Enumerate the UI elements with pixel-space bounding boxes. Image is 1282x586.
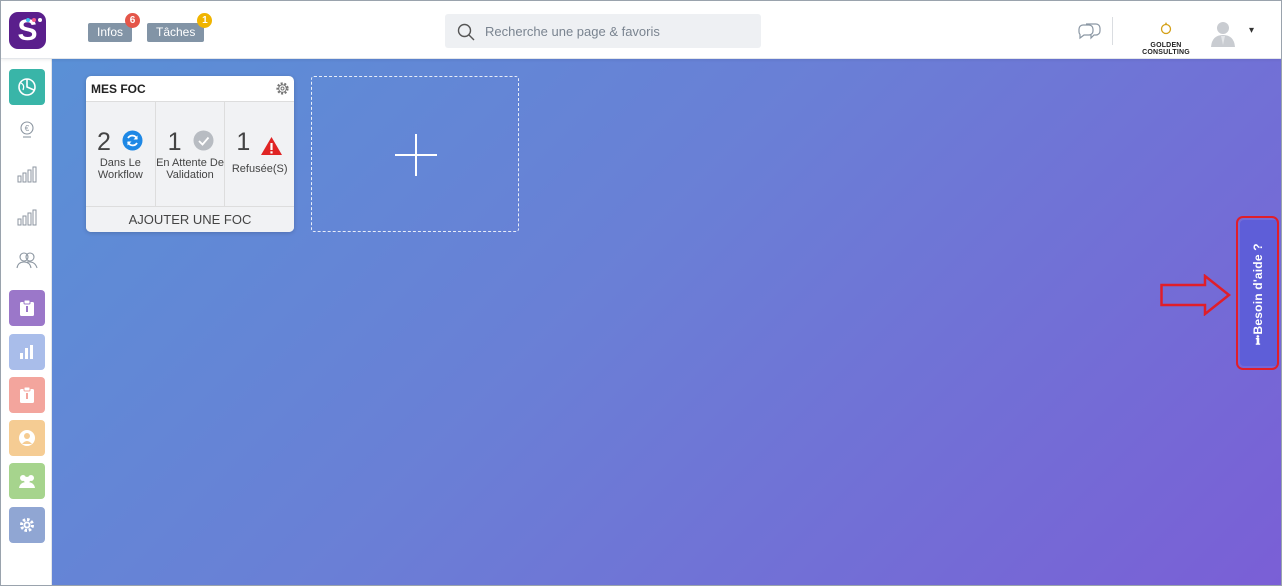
infos-button[interactable]: Infos 6	[88, 13, 141, 42]
company-logo[interactable]: GOLDEN CONSULTING	[1129, 21, 1203, 56]
globe-chart-icon	[18, 78, 36, 96]
taches-button[interactable]: Tâches 1	[147, 13, 213, 42]
stat-count: 2	[97, 128, 111, 156]
clipboard-icon	[20, 386, 34, 403]
help-highlight-box	[1236, 216, 1279, 370]
app-window: S Infos 6 Tâches 1 Recherche une page & …	[0, 0, 1282, 586]
logo-dots	[26, 18, 42, 22]
company-name: GOLDEN CONSULTING	[1142, 42, 1190, 56]
sidebar-item-users[interactable]	[9, 242, 45, 278]
search-icon	[457, 23, 475, 41]
annotation-arrow-icon	[1160, 274, 1232, 316]
group-icon	[19, 475, 35, 488]
stat-workflow[interactable]: 2 Dans Le Workflow	[86, 102, 156, 206]
bar-chart-icon	[20, 345, 33, 359]
chat-icon[interactable]	[1077, 21, 1101, 41]
check-circle-icon	[193, 130, 214, 151]
euro-pin-icon: €	[20, 121, 34, 138]
sidebar-item-settings[interactable]	[9, 507, 45, 543]
sidebar-item-tasks[interactable]	[9, 290, 45, 326]
sidebar-item-documents[interactable]	[9, 377, 45, 413]
sidebar-item-finance[interactable]: €	[9, 112, 45, 148]
plus-icon	[415, 134, 417, 176]
sidebar: €	[1, 59, 52, 585]
top-header: S Infos 6 Tâches 1 Recherche une page & …	[1, 1, 1281, 59]
add-widget-button[interactable]	[311, 76, 519, 232]
stat-label: Validation	[166, 169, 214, 181]
sidebar-item-stats-2[interactable]	[9, 199, 45, 235]
stat-label: En Attente De	[156, 157, 224, 169]
search-box	[445, 14, 761, 48]
bar-chart-icon	[17, 166, 37, 183]
header-divider	[1112, 17, 1113, 45]
gear-icon[interactable]	[275, 81, 290, 96]
add-foc-button[interactable]: AJOUTER UNE FOC	[86, 207, 294, 232]
widget-stats: 2 Dans Le Workflow 1 En Attente De Valid…	[86, 101, 294, 207]
infos-label: Infos	[97, 25, 124, 39]
stat-pending[interactable]: 1 En Attente De Validation	[156, 102, 226, 206]
clipboard-icon	[20, 299, 34, 316]
taches-badge: 1	[197, 13, 213, 28]
sidebar-item-reports[interactable]	[9, 334, 45, 370]
svg-text:€: €	[25, 124, 30, 133]
stat-label: Workflow	[97, 169, 143, 181]
company-emblem-icon	[1160, 22, 1172, 35]
bar-chart-icon	[17, 209, 37, 226]
warning-icon	[261, 137, 283, 155]
user-circle-icon	[19, 430, 35, 446]
sidebar-item-dashboard[interactable]	[9, 69, 45, 105]
stat-label: Refusée(S)	[231, 163, 288, 175]
refresh-icon	[122, 130, 143, 151]
sidebar-item-profile[interactable]	[9, 420, 45, 456]
widget-title: MES FOC	[91, 82, 146, 96]
user-menu-caret-icon[interactable]: ▾	[1249, 25, 1254, 36]
search-input[interactable]	[485, 14, 755, 48]
stat-count: 1	[167, 128, 182, 156]
sidebar-item-team[interactable]	[9, 463, 45, 499]
sidebar-item-stats-1[interactable]	[9, 156, 45, 192]
stat-count: 1	[236, 128, 251, 156]
foc-widget: MES FOC 2 Dans Le Workflow 1 En Attente …	[86, 76, 294, 232]
users-icon	[16, 252, 38, 269]
taches-label: Tâches	[156, 25, 196, 39]
gear-icon	[20, 518, 34, 532]
stat-refused[interactable]: 1 Refusée(S)	[225, 102, 294, 206]
infos-badge: 6	[125, 13, 141, 28]
main-content: MES FOC 2 Dans Le Workflow 1 En Attente …	[52, 59, 1281, 585]
app-logo[interactable]: S	[9, 12, 46, 49]
user-avatar-icon[interactable]	[1209, 19, 1237, 47]
stat-label: Dans Le	[99, 157, 141, 169]
